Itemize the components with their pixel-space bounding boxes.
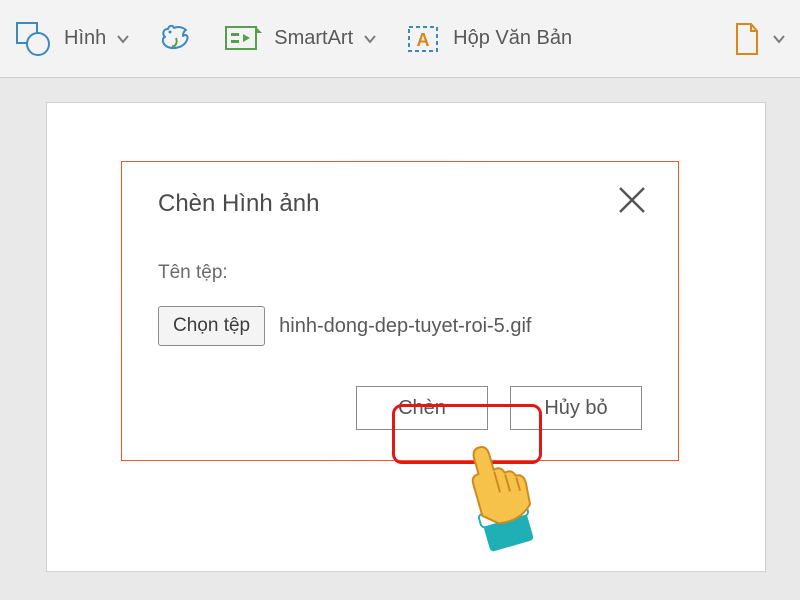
textbox-button[interactable]: A Hộp Văn Bản	[403, 21, 572, 57]
textbox-label: Hộp Văn Bản	[453, 27, 572, 50]
duck-icon	[156, 19, 196, 59]
chevron-down-icon	[363, 32, 377, 46]
ribbon-toolbar: Hình SmartArt	[0, 0, 800, 78]
chevron-down-icon	[116, 32, 130, 46]
insert-image-dialog: Chèn Hình ảnh Tên tệp: Chọn tệp hinh-don…	[121, 161, 679, 461]
choose-file-button[interactable]: Chọn tệp	[158, 306, 265, 346]
file-label: Tên tệp:	[158, 262, 642, 284]
dialog-title: Chèn Hình ảnh	[158, 190, 642, 218]
shapes-icon	[14, 20, 54, 58]
close-button[interactable]	[614, 182, 650, 218]
shapes-label: Hình	[64, 27, 106, 50]
smartart-label: SmartArt	[274, 27, 353, 50]
file-row: Chọn tệp hinh-dong-dep-tuyet-roi-5.gif	[158, 306, 642, 346]
dialog-glow: Chèn Hình ảnh Tên tệp: Chọn tệp hinh-don…	[115, 155, 685, 467]
file-name: hinh-dong-dep-tuyet-roi-5.gif	[279, 315, 531, 338]
chevron-down-icon	[772, 32, 786, 46]
cancel-button[interactable]: Hủy bỏ	[510, 386, 642, 430]
smartart-icon	[222, 21, 264, 57]
smartart-dropdown[interactable]: SmartArt	[222, 21, 377, 57]
textbox-icon: A	[403, 21, 443, 57]
page-dropdown[interactable]	[732, 20, 786, 58]
shapes-dropdown[interactable]: Hình	[14, 20, 130, 58]
svg-text:A: A	[417, 30, 430, 50]
page-icon	[732, 20, 762, 58]
close-icon	[614, 205, 650, 222]
insert-button[interactable]: Chèn	[356, 386, 488, 430]
dialog-button-row: Chèn Hủy bỏ	[158, 386, 642, 430]
sticker-button[interactable]	[156, 19, 196, 59]
